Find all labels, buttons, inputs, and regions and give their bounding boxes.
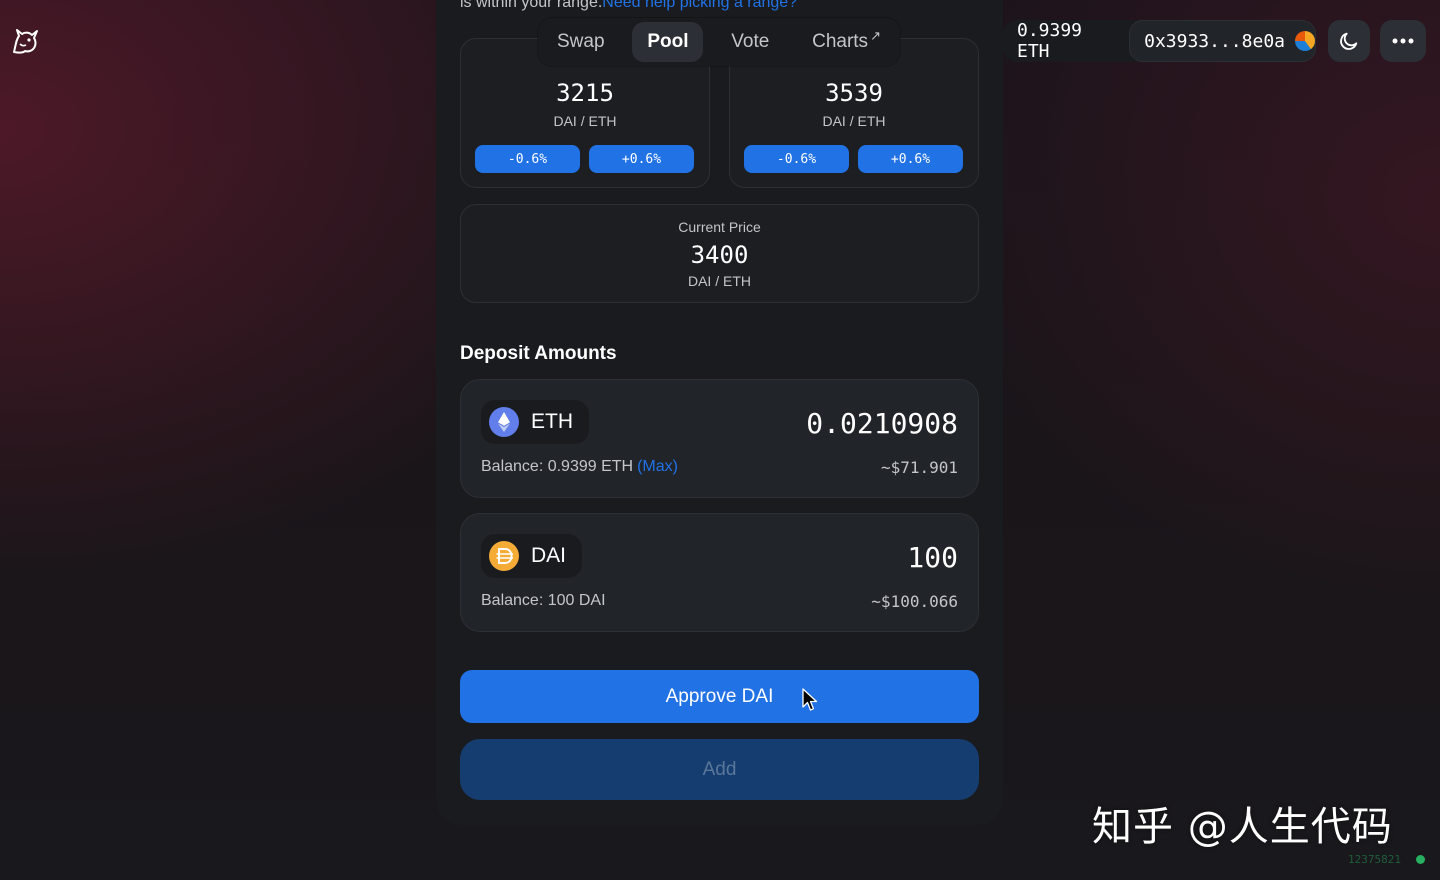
dai-balance-line: Balance: 100 DAI — [481, 592, 606, 610]
watermark-text: 知乎 @人生代码 — [1092, 804, 1393, 850]
account-widget: 0.9399 ETH 0x3933...8e0a — [1003, 20, 1316, 62]
tab-charts[interactable]: Charts ↗ — [797, 22, 896, 62]
main-nav: Swap Pool Vote Charts ↗ — [538, 18, 900, 66]
more-dots-icon — [1392, 38, 1414, 44]
max-price-value[interactable]: 3539 — [730, 79, 978, 107]
avatar — [1295, 31, 1315, 51]
dai-symbol: DAI — [531, 544, 567, 567]
eth-amount-input[interactable] — [658, 402, 958, 444]
min-price-unit: DAI / ETH — [553, 113, 617, 129]
approve-dai-button[interactable]: Approve DAI — [460, 670, 979, 723]
unicorn-logo-icon[interactable] — [10, 26, 40, 56]
eth-balance: 0.9399 ETH — [1017, 20, 1083, 62]
current-price-label: Current Price — [678, 219, 761, 235]
min-price-value[interactable]: 3215 — [461, 79, 709, 107]
tab-pool[interactable]: Pool — [632, 22, 704, 62]
moon-icon — [1340, 32, 1358, 50]
dai-usd-value: ~$100.066 — [871, 592, 958, 611]
current-price-value: 3400 — [690, 241, 749, 269]
tab-charts-label: Charts — [812, 31, 869, 52]
eth-balance-line: Balance: 0.9399 ETH (Max) — [481, 458, 678, 476]
range-hint: is within your range.Need help picking a… — [460, 0, 797, 12]
more-menu-button[interactable] — [1380, 20, 1426, 62]
add-button[interactable]: Add — [460, 739, 979, 800]
range-hint-text: is within your range. — [460, 0, 603, 11]
tab-swap-label: Swap — [557, 31, 605, 52]
current-price-unit: DAI / ETH — [687, 273, 751, 289]
theme-toggle-button[interactable] — [1328, 20, 1370, 62]
external-link-icon: ↗ — [870, 28, 881, 43]
current-price-box: Current Price 3400 DAI / ETH — [460, 204, 979, 303]
eth-token-icon — [489, 407, 519, 437]
max-price-unit: DAI / ETH — [822, 113, 886, 129]
dai-amount-input[interactable] — [658, 536, 958, 578]
tab-vote[interactable]: Vote — [716, 22, 784, 62]
min-increase-button[interactable]: +0.6% — [589, 145, 694, 173]
dai-token-selector[interactable]: DAI — [481, 534, 583, 578]
eth-balance-label: Balance: 0.9399 ETH — [481, 458, 634, 475]
range-help-link[interactable]: Need help picking a range? — [602, 0, 797, 11]
tab-pool-label: Pool — [647, 31, 689, 52]
max-decrease-button[interactable]: -0.6% — [744, 145, 849, 173]
dai-deposit-panel: DAI Balance: 100 DAI ~$100.066 — [460, 513, 979, 632]
max-increase-button[interactable]: +0.6% — [858, 145, 963, 173]
eth-deposit-panel: ETH Balance: 0.9399 ETH(Max) ~$71.901 — [460, 379, 979, 498]
tab-vote-label: Vote — [731, 31, 770, 52]
block-number: 12375821 — [1348, 853, 1401, 866]
eth-max-button[interactable]: (Max) — [637, 458, 678, 475]
wallet-address: 0x3933...8e0a — [1144, 30, 1285, 52]
eth-usd-value: ~$71.901 — [880, 458, 958, 477]
block-status-dot — [1416, 855, 1425, 864]
dai-balance-label: Balance: 100 DAI — [481, 592, 606, 609]
eth-token-selector[interactable]: ETH — [481, 400, 589, 444]
deposit-title: Deposit Amounts — [460, 343, 617, 364]
dai-token-icon — [489, 541, 519, 571]
tab-swap[interactable]: Swap — [542, 22, 620, 62]
eth-symbol: ETH — [531, 410, 573, 433]
min-decrease-button[interactable]: -0.6% — [475, 145, 580, 173]
wallet-address-button[interactable]: 0x3933...8e0a — [1129, 20, 1316, 62]
cursor-icon — [802, 688, 818, 711]
